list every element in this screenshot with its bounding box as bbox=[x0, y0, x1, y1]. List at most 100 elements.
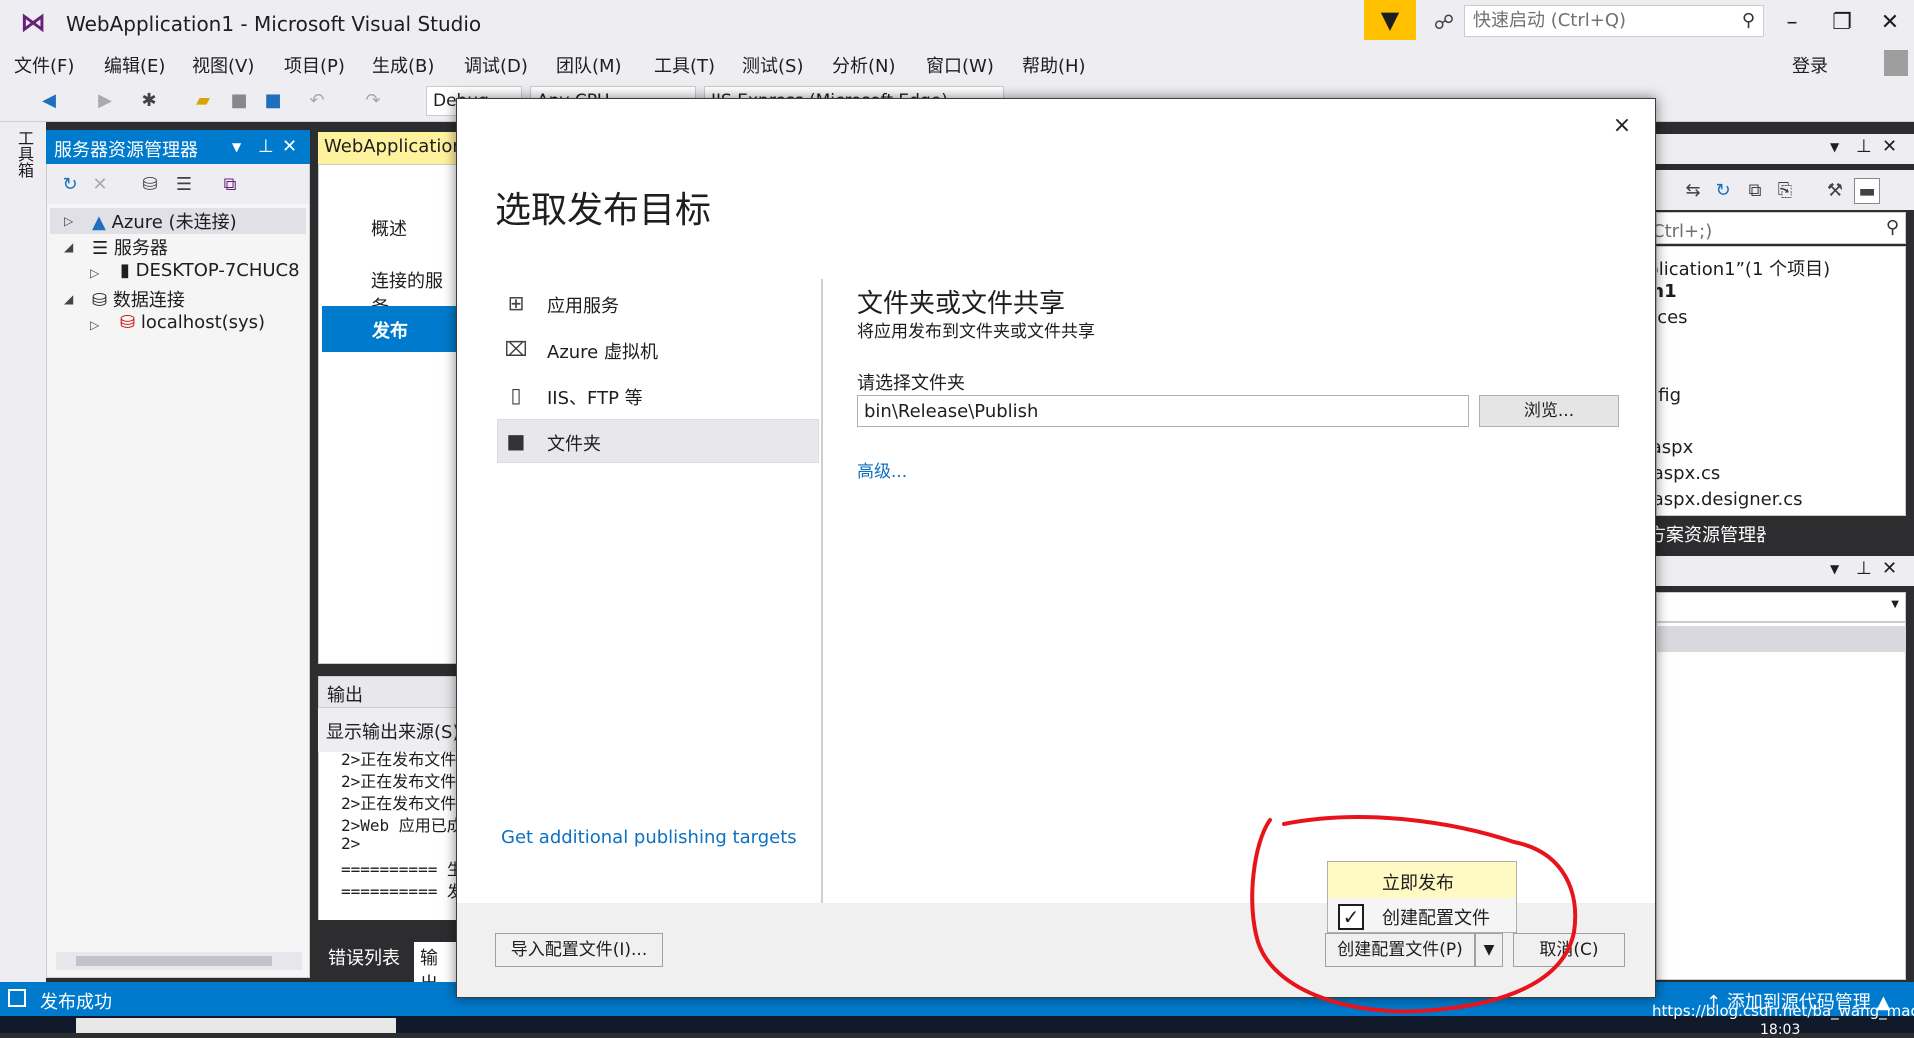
refresh-icon[interactable]: ↻ bbox=[57, 172, 83, 198]
properties-object-select[interactable]: ▼ bbox=[1656, 592, 1906, 622]
expand-arrow-icon[interactable]: ▷ bbox=[64, 214, 73, 228]
advanced-link[interactable]: 高级... bbox=[857, 457, 907, 482]
sync-icon[interactable]: ⇆ bbox=[1680, 178, 1706, 204]
menu-team[interactable]: 团队(M) bbox=[556, 52, 622, 78]
connect-database-icon[interactable]: ⛁ bbox=[137, 172, 163, 198]
menu-edit[interactable]: 编辑(E) bbox=[104, 52, 165, 78]
redo-icon[interactable]: ↷ bbox=[360, 88, 386, 114]
tree-item-webconfig[interactable]: Web.config bbox=[1657, 385, 1681, 406]
dropdown-icon[interactable]: ▼ bbox=[1830, 562, 1839, 576]
pin-icon[interactable]: ⊥ bbox=[258, 136, 274, 157]
menu-item-create-profile[interactable]: 创建配置文件 bbox=[1382, 904, 1490, 930]
horizontal-scrollbar[interactable] bbox=[56, 952, 302, 970]
tab-error-list[interactable]: 错误列表 bbox=[322, 942, 406, 972]
document-tab[interactable]: WebApplication1 bbox=[318, 132, 458, 164]
stop-icon[interactable]: ✕ bbox=[87, 172, 113, 198]
folder-path-input[interactable] bbox=[857, 395, 1469, 427]
taskbar-button[interactable] bbox=[76, 1018, 396, 1033]
filter-icon[interactable]: ▼ bbox=[1364, 0, 1416, 40]
connect-server-icon[interactable]: ☰ bbox=[171, 172, 197, 198]
nav-overview[interactable]: 概述 bbox=[371, 215, 407, 241]
collapse-arrow-icon[interactable]: ◢ bbox=[64, 240, 73, 254]
show-all-files-icon[interactable]: ⎘ bbox=[1772, 178, 1798, 204]
solution-explorer-header: ▼ ⊥ ✕ bbox=[1656, 134, 1914, 164]
tree-item-servers[interactable]: ☰ 服务器 bbox=[92, 234, 168, 260]
sharepoint-icon[interactable]: ⧉ bbox=[217, 172, 243, 198]
tree-item-project[interactable]: WebApplication1 bbox=[1657, 281, 1677, 302]
chevron-down-icon[interactable]: ▼ bbox=[1475, 933, 1503, 967]
tree-item-webform-cs[interactable]: WebForm1.aspx.cs bbox=[1657, 463, 1720, 484]
dialog-close-button[interactable]: × bbox=[1607, 111, 1637, 141]
menu-window[interactable]: 窗口(W) bbox=[926, 52, 994, 78]
tab-solution-explorer[interactable]: 解决方案资源管理器 bbox=[1656, 518, 1766, 548]
pin-icon[interactable]: ⊥ bbox=[1856, 558, 1872, 579]
refresh-icon[interactable]: ↻ bbox=[1710, 178, 1736, 204]
new-project-icon[interactable]: ✱ bbox=[136, 88, 162, 114]
tree-item-data-connections[interactable]: ⛁ 数据连接 bbox=[92, 286, 185, 312]
tree-item-webform-aspx[interactable]: WebForm1.aspx bbox=[1657, 437, 1693, 458]
menu-build[interactable]: 生成(B) bbox=[372, 52, 434, 78]
open-folder-icon[interactable]: ▰ bbox=[190, 88, 216, 114]
tree-item-localhost[interactable]: ⛁ localhost(sys) bbox=[120, 312, 265, 333]
preview-icon[interactable]: ▬ bbox=[1854, 178, 1880, 204]
menu-file[interactable]: 文件(F) bbox=[14, 52, 74, 78]
menu-test[interactable]: 测试(S) bbox=[742, 52, 803, 78]
tree-item-label: DESKTOP-7CHUC8 bbox=[135, 260, 300, 281]
dropdown-icon[interactable]: ▼ bbox=[232, 140, 241, 154]
undo-icon[interactable]: ↶ bbox=[304, 88, 330, 114]
collapse-arrow-icon[interactable]: ◢ bbox=[64, 292, 73, 306]
minimize-icon[interactable]: – bbox=[1772, 6, 1812, 40]
menu-view[interactable]: 视图(V) bbox=[192, 52, 254, 78]
nav-publish[interactable]: 发布 bbox=[322, 306, 458, 352]
expand-arrow-icon[interactable]: ▷ bbox=[90, 266, 99, 280]
folder-icon: ■ bbox=[506, 429, 526, 453]
menu-tools[interactable]: 工具(T) bbox=[654, 52, 715, 78]
target-app-service[interactable]: ⊞ 应用服务 bbox=[497, 281, 817, 325]
dropdown-icon[interactable]: ▼ bbox=[1830, 140, 1839, 154]
properties-icon[interactable]: ⚒ bbox=[1822, 178, 1848, 204]
target-azure-vm[interactable]: ⌧ Azure 虚拟机 bbox=[497, 327, 817, 371]
close-icon[interactable]: ✕ bbox=[282, 136, 297, 157]
tree-item-connected-services[interactable]: Connected Services bbox=[1657, 307, 1688, 328]
scrollbar-thumb[interactable] bbox=[76, 956, 272, 966]
watermark-url: https://blog.csdn.net/ba_wang_mao bbox=[1652, 1002, 1914, 1020]
create-profile-button[interactable]: 创建配置文件(P) bbox=[1325, 933, 1475, 967]
menu-help[interactable]: 帮助(H) bbox=[1022, 52, 1086, 78]
menu-bar: 文件(F) 编辑(E) 视图(V) 项目(P) 生成(B) 调试(D) 团队(M… bbox=[0, 46, 1914, 80]
option-title: 文件夹或文件共享 bbox=[857, 289, 1066, 319]
browse-button[interactable]: 浏览... bbox=[1479, 395, 1619, 427]
more-targets-link[interactable]: Get additional publishing targets bbox=[501, 827, 797, 848]
save-icon[interactable]: ■ bbox=[226, 88, 252, 114]
restore-icon[interactable]: ❐ bbox=[1822, 6, 1862, 40]
forward-icon[interactable]: ▶ bbox=[92, 88, 118, 114]
expand-arrow-icon[interactable]: ▷ bbox=[90, 318, 99, 332]
tree-item-solution[interactable]: 解决方案“WebApplication1”(1 个项目) bbox=[1657, 255, 1830, 281]
document-icon: ▯ bbox=[510, 383, 522, 407]
menu-analyze[interactable]: 分析(N) bbox=[832, 52, 896, 78]
pin-icon[interactable]: ⊥ bbox=[1856, 136, 1872, 157]
quick-launch-input[interactable]: 快速启动 (Ctrl+Q) ⚲ bbox=[1464, 5, 1764, 37]
toolbox-strip bbox=[0, 122, 46, 982]
back-icon[interactable]: ◀ bbox=[36, 88, 62, 114]
toolbox-tab[interactable]: 工具箱 bbox=[10, 130, 36, 178]
close-icon[interactable]: ✕ bbox=[1882, 558, 1897, 579]
checkmark-icon: ✓ bbox=[1338, 904, 1364, 930]
menu-project[interactable]: 项目(P) bbox=[284, 52, 345, 78]
collapse-all-icon[interactable]: ⧉ bbox=[1742, 178, 1768, 204]
save-all-icon[interactable]: ■ bbox=[260, 88, 286, 114]
target-folder[interactable]: ■ 文件夹 bbox=[497, 419, 817, 463]
menu-item-publish-now[interactable]: 立即发布 bbox=[1328, 862, 1516, 898]
close-icon[interactable]: ✕ bbox=[1870, 6, 1910, 40]
feedback-icon[interactable]: ☍ bbox=[1430, 8, 1458, 36]
tree-item-webform-designer[interactable]: WebForm1.aspx.designer.cs bbox=[1657, 489, 1803, 510]
menu-debug[interactable]: 调试(D) bbox=[464, 52, 528, 78]
close-icon[interactable]: ✕ bbox=[1882, 136, 1897, 157]
target-iis-ftp[interactable]: ▯ IIS、FTP 等 bbox=[497, 373, 817, 417]
cancel-button[interactable]: 取消(C) bbox=[1513, 933, 1625, 967]
solution-search-input[interactable]: 搜索解决方案资源管理器(Ctrl+;) ⚲ bbox=[1447, 212, 1906, 244]
avatar[interactable] bbox=[1884, 50, 1908, 76]
tree-item-azure[interactable]: ▲ Azure (未连接) bbox=[92, 208, 237, 234]
tree-item-desktop[interactable]: ▮ DESKTOP-7CHUC8 bbox=[120, 260, 300, 281]
import-profile-button[interactable]: 导入配置文件(I)... bbox=[495, 933, 663, 967]
login-link[interactable]: 登录 bbox=[1792, 52, 1828, 78]
